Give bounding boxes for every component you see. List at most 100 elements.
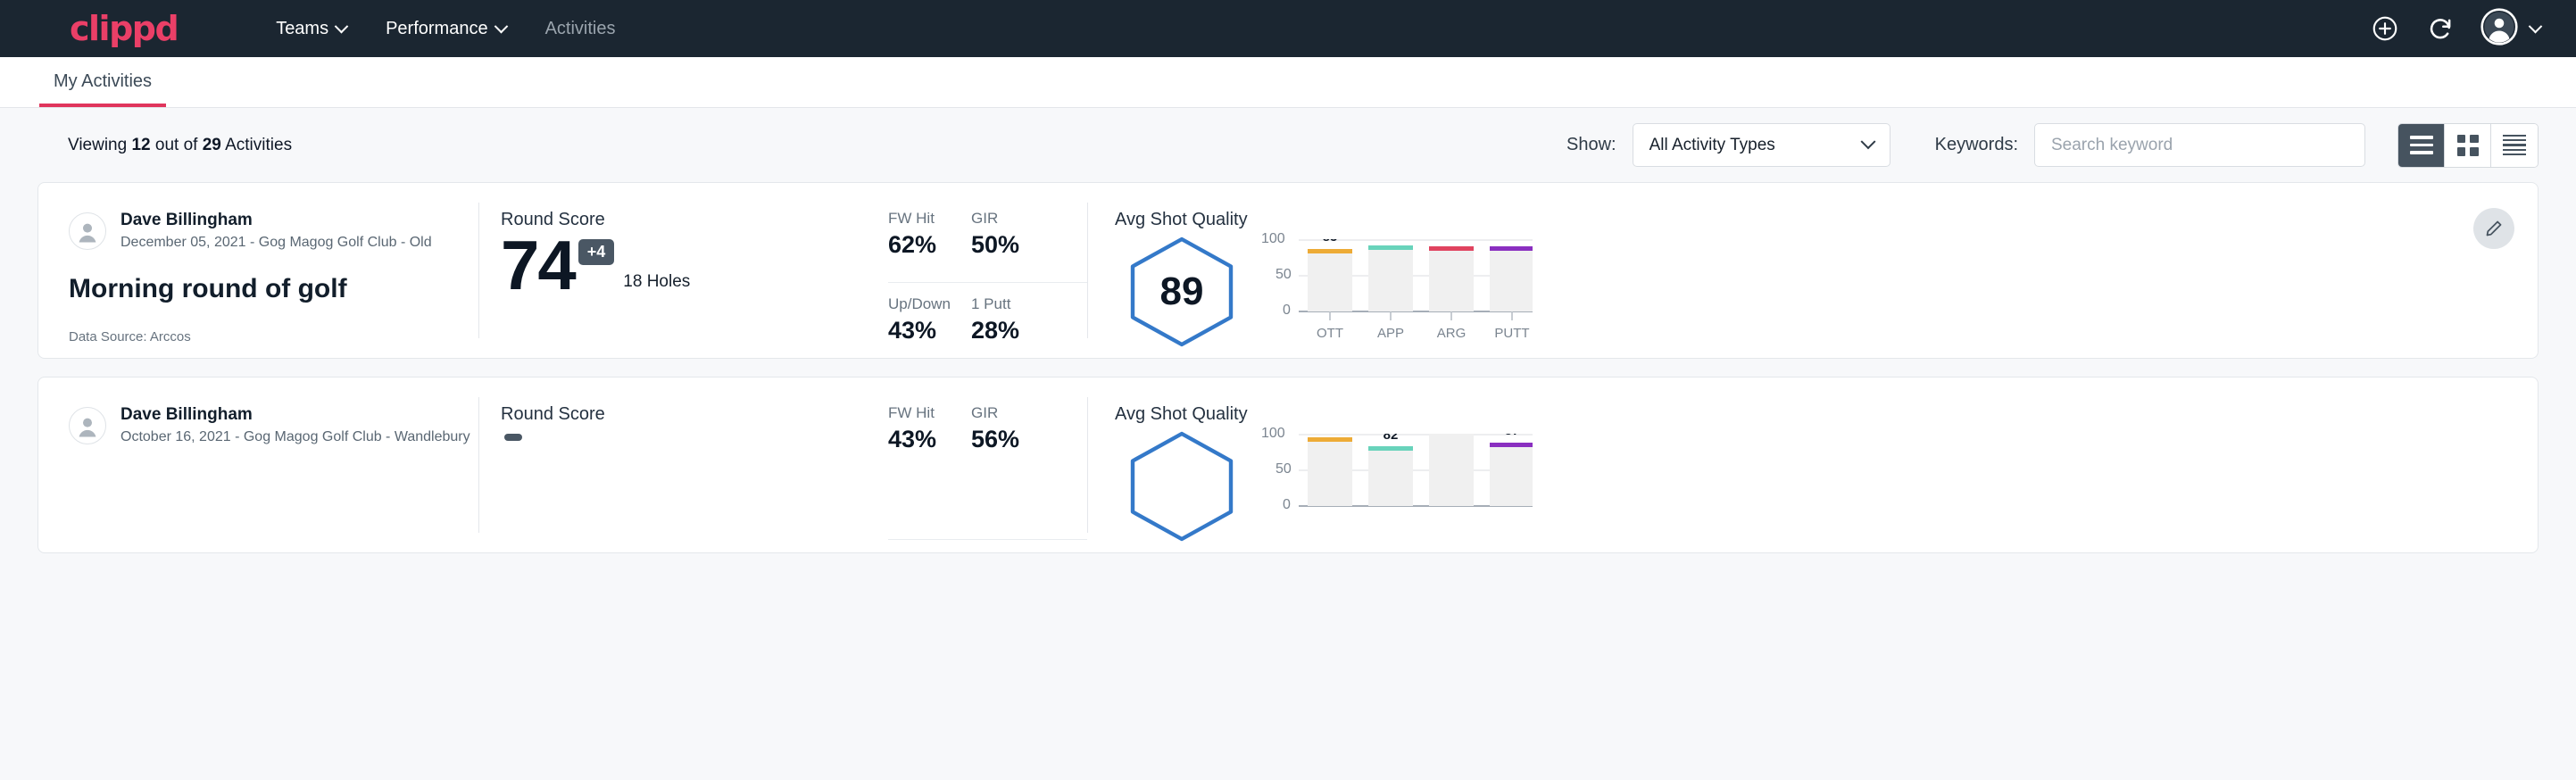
avg-shot-quality-hexagon: 89 [1129,236,1234,348]
svg-text:89: 89 [1505,239,1520,242]
avg-shot-quality-heading: Avg Shot Quality [1115,210,2538,230]
stat-fw-hit: FW Hit 43% [888,404,971,540]
stat-up-down-value: 43% [888,317,944,344]
nav-item-activities[interactable]: Activities [526,19,636,39]
chevron-down-icon [335,19,349,33]
viewing-count: 12 [131,136,150,154]
top-navbar: clippd Teams Performance Activities [0,0,2576,57]
chevron-down-icon [1860,134,1875,149]
stat-gir-value: 50% [971,231,1060,259]
activity-info: Dave Billingham December 05, 2021 - Gog … [38,183,478,358]
primary-nav: Teams Performance Activities [256,19,635,39]
avg-shot-quality-hexagon [1129,430,1234,543]
round-score-row: 74 +4 18 Holes [501,232,888,299]
shot-quality-bar-chart: 100 50 0 85 OTT [1265,239,1533,346]
list-icon [2410,136,2433,154]
nav-item-teams[interactable]: Teams [256,19,366,39]
avatar [69,407,106,444]
plus-circle-icon[interactable] [2370,13,2400,44]
svg-text:90: 90 [1384,239,1399,241]
activity-card[interactable]: Dave Billingham December 05, 2021 - Gog … [37,182,2539,359]
chevron-down-icon [494,19,508,33]
stat-one-putt-value: 28% [971,317,1060,344]
svg-text:OTT: OTT [1317,326,1343,341]
data-source-label: Data Source: Arccos [69,329,478,344]
stat-one-putt: 1 Putt 28% [971,295,1087,359]
avg-shot-quality-value: 89 [1129,236,1234,348]
score-differential-badge: +4 [578,239,615,265]
avg-shot-quality-section: Avg Shot Quality 100 50 0 [1088,378,2538,552]
view-mode-compact-button[interactable] [2491,124,2538,167]
view-mode-toggle [2397,123,2539,168]
toolbar-controls: Show: All Activity Types Keywords: [1566,123,2539,168]
keywords-label: Keywords: [1935,135,2018,155]
activity-type-select[interactable]: All Activity Types [1633,123,1890,167]
navbar-actions [2370,8,2540,50]
svg-text:82: 82 [1384,434,1399,443]
avatar [69,212,106,250]
round-score-section: Round Score 74 +4 18 Holes [479,183,888,358]
stat-fw-hit-value: 62% [888,231,944,259]
stat-fw-hit-label: FW Hit [888,210,944,228]
keywords-group: Keywords: [1935,123,2365,167]
activity-type-value: All Activity Types [1649,136,1775,155]
svg-text:87: 87 [1505,434,1520,438]
activity-card[interactable]: Dave Billingham October 16, 2021 - Gog M… [37,377,2539,553]
round-stats-section: FW Hit 43% GIR 56% [888,378,1087,552]
filter-toolbar: Viewing 12 out of 29 Activities Show: Al… [0,108,2576,182]
shot-quality-bar-chart: 100 50 0 94 82 1 [1265,434,1533,541]
nav-item-activities-label: Activities [545,19,616,39]
activity-subtitle: December 05, 2021 - Gog Magog Golf Club … [120,233,432,253]
svg-text:APP: APP [1377,326,1404,341]
activity-info: Dave Billingham October 16, 2021 - Gog M… [38,378,478,552]
nav-item-performance-label: Performance [386,19,488,39]
viewing-total: 29 [203,136,221,154]
grid-icon [2457,135,2479,156]
stat-gir-value: 56% [971,426,1060,453]
svg-text:85: 85 [1323,239,1338,245]
activity-author: Dave Billingham December 05, 2021 - Gog … [69,210,478,253]
tab-bar: My Activities [0,57,2576,108]
viewing-count-label: Viewing 12 out of 29 Activities [68,136,292,155]
refresh-icon[interactable] [2425,13,2456,44]
app-logo[interactable]: clippd [70,12,178,46]
activity-title: Morning round of golf [69,274,478,304]
stat-fw-hit-value: 43% [888,426,944,453]
view-mode-list-button[interactable] [2398,124,2445,167]
nav-item-performance[interactable]: Performance [366,19,526,39]
stat-gir: GIR 50% [971,210,1087,283]
round-stats-grid: FW Hit 62% GIR 50% Up/Down 43% 1 Putt 28… [888,210,1087,358]
stat-one-putt-label: 1 Putt [971,295,1060,313]
round-stats-grid: FW Hit 43% GIR 56% [888,404,1087,552]
viewing-middle: out of [151,136,203,154]
view-mode-grid-button[interactable] [2445,124,2491,167]
nav-item-teams-label: Teams [276,19,328,39]
stat-up-down-label: Up/Down [888,295,944,313]
avg-shot-quality-heading: Avg Shot Quality [1115,404,2538,425]
edit-activity-button[interactable] [2473,208,2514,249]
search-input[interactable] [2034,123,2365,167]
player-name: Dave Billingham [120,404,470,426]
stat-up-down: Up/Down 43% [888,295,971,359]
score-differential-badge [504,434,522,441]
account-menu[interactable] [2480,8,2540,50]
tab-my-activities[interactable]: My Activities [39,71,166,107]
player-name: Dave Billingham [120,210,432,231]
svg-text:ARG: ARG [1437,326,1467,341]
svg-text:PUTT: PUTT [1494,326,1529,341]
holes-label: 18 Holes [623,272,690,292]
show-label: Show: [1566,135,1616,155]
stat-gir: GIR 56% [971,404,1087,540]
round-stats-section: FW Hit 62% GIR 50% Up/Down 43% 1 Putt 28… [888,183,1087,358]
round-score-section: Round Score [479,378,888,552]
chevron-down-icon [2529,19,2543,33]
activity-subtitle: October 16, 2021 - Gog Magog Golf Club -… [120,427,470,447]
svg-text:89: 89 [1444,239,1459,242]
stat-fw-hit-label: FW Hit [888,404,944,422]
user-avatar-icon [2480,8,2518,50]
compact-list-icon [2503,135,2526,155]
viewing-suffix: Activities [221,136,292,154]
stat-fw-hit: FW Hit 62% [888,210,971,283]
avg-shot-quality-section: Avg Shot Quality 89 100 50 0 [1088,183,2538,358]
viewing-prefix: Viewing [68,136,131,154]
